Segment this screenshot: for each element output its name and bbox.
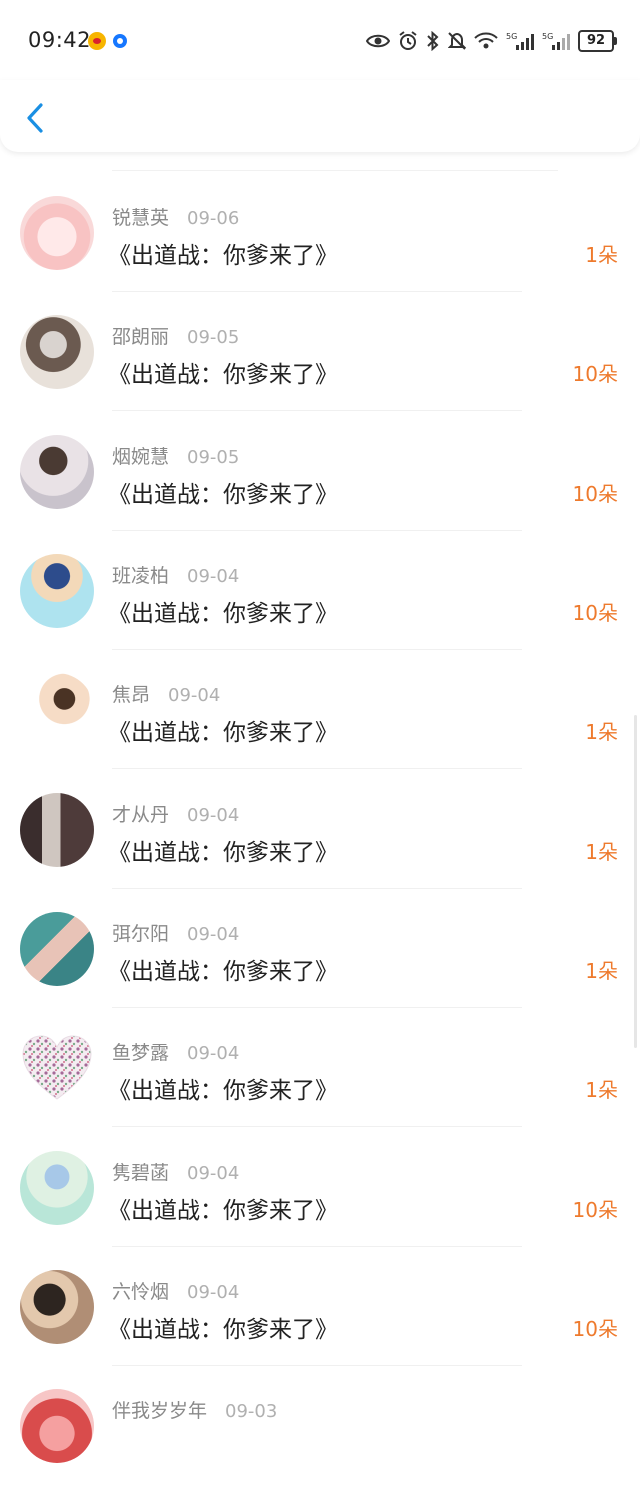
- avatar[interactable]: [20, 912, 94, 986]
- avatar[interactable]: [20, 435, 94, 509]
- user-name-text: 锐慧英: [112, 207, 170, 229]
- user-name: 伴我岁岁年 09-03: [112, 1396, 277, 1423]
- record-date: 09-05: [187, 327, 240, 348]
- list-item[interactable]: 烟婉慧 09-05 《出道战：你爹来了》 10朵: [0, 412, 640, 531]
- user-name-text: 鱼梦露: [112, 1042, 170, 1064]
- avatar[interactable]: [20, 315, 94, 389]
- record-date: 09-04: [187, 1043, 240, 1064]
- work-title: 《出道战：你爹来了》: [108, 243, 338, 269]
- back-button[interactable]: [18, 98, 54, 138]
- user-name: 焦昂 09-04: [112, 680, 220, 707]
- record-date: 09-05: [187, 447, 240, 468]
- svg-text:5G: 5G: [506, 32, 517, 41]
- work-title: 《出道战：你爹来了》: [108, 1317, 338, 1343]
- avatar[interactable]: [20, 196, 94, 270]
- user-name-text: 才从丹: [112, 804, 170, 826]
- work-title: 《出道战：你爹来了》: [108, 840, 338, 866]
- user-name: 弭尔阳 09-04: [112, 919, 239, 946]
- user-name-text: 邵朗丽: [112, 326, 170, 348]
- record-date: 09-04: [168, 685, 221, 706]
- avatar[interactable]: [20, 554, 94, 628]
- record-date: 09-04: [187, 924, 240, 945]
- work-title: 《出道战：你爹来了》: [108, 362, 338, 388]
- gift-count: 1朵: [585, 243, 618, 267]
- work-title: 《出道战：你爹来了》: [108, 720, 338, 746]
- record-date: 09-03: [225, 1401, 278, 1422]
- divider: [112, 1126, 522, 1127]
- record-date: 09-04: [187, 566, 240, 587]
- battery-indicator: 92: [578, 30, 617, 52]
- user-name: 鱼梦露 09-04: [112, 1038, 239, 1065]
- list-item[interactable]: 班凌柏 09-04 《出道战：你爹来了》 10朵: [0, 531, 640, 650]
- user-name: 锐慧英 09-06: [112, 203, 239, 230]
- list-item[interactable]: 弭尔阳 09-04 《出道战：你爹来了》 1朵: [0, 889, 640, 1008]
- app-header: [0, 80, 640, 152]
- user-name-text: 伴我岁岁年: [112, 1400, 208, 1422]
- work-title: 《出道战：你爹来了》: [108, 1078, 338, 1104]
- status-bar: 09:42 5G 5G 92: [0, 0, 640, 80]
- divider: [112, 768, 522, 769]
- user-name: 隽碧菡 09-04: [112, 1158, 239, 1185]
- user-name: 才从丹 09-04: [112, 800, 239, 827]
- signal-5g-icon: 5G: [542, 31, 570, 51]
- gift-count: 10朵: [572, 362, 618, 386]
- chevron-left-icon: [27, 103, 43, 133]
- user-name-text: 焦昂: [112, 684, 151, 706]
- status-time: 09:42: [28, 28, 92, 52]
- avatar[interactable]: [20, 1389, 94, 1463]
- list-item[interactable]: 隽碧菡 09-04 《出道战：你爹来了》 10朵: [0, 1128, 640, 1247]
- user-name-text: 隽碧菡: [112, 1162, 170, 1184]
- status-icons: 5G 5G 92: [366, 28, 617, 54]
- signal-5g-icon: 5G: [506, 31, 534, 51]
- avatar[interactable]: [20, 1031, 94, 1105]
- list-item[interactable]: 伴我岁岁年 09-03: [0, 1366, 640, 1485]
- gift-count: 10朵: [572, 482, 618, 506]
- gift-count: 10朵: [572, 1198, 618, 1222]
- app-notification-icon: [113, 34, 127, 48]
- divider: [112, 170, 558, 171]
- mute-icon: [448, 31, 466, 51]
- user-name: 烟婉慧 09-05: [112, 442, 239, 469]
- user-name: 班凌柏 09-04: [112, 561, 239, 588]
- user-name-text: 六怜烟: [112, 1281, 170, 1303]
- record-date: 09-04: [187, 1163, 240, 1184]
- avatar[interactable]: [20, 673, 94, 747]
- gift-count: 1朵: [585, 959, 618, 983]
- list-item[interactable]: 才从丹 09-04 《出道战：你爹来了》 1朵: [0, 770, 640, 889]
- user-name: 六怜烟 09-04: [112, 1277, 239, 1304]
- alarm-icon: [398, 31, 418, 51]
- record-date: 09-04: [187, 1282, 240, 1303]
- list-item[interactable]: 六怜烟 09-04 《出道战：你爹来了》 10朵: [0, 1247, 640, 1366]
- record-date: 09-04: [187, 805, 240, 826]
- work-title: 《出道战：你爹来了》: [108, 601, 338, 627]
- user-name: 邵朗丽 09-05: [112, 322, 239, 349]
- heart-avatar-icon: [22, 1035, 92, 1100]
- user-name-text: 班凌柏: [112, 565, 170, 587]
- eye-icon: [366, 32, 390, 50]
- list-item[interactable]: 焦昂 09-04 《出道战：你爹来了》 1朵: [0, 650, 640, 769]
- avatar[interactable]: [20, 793, 94, 867]
- list-item[interactable]: 邵朗丽 09-05 《出道战：你爹来了》 10朵: [0, 292, 640, 411]
- record-date: 09-06: [187, 208, 240, 229]
- wifi-icon: [474, 32, 498, 50]
- avatar[interactable]: [20, 1270, 94, 1344]
- gift-count: 10朵: [572, 1317, 618, 1341]
- user-name-text: 烟婉慧: [112, 446, 170, 468]
- scrollbar[interactable]: [634, 715, 637, 1048]
- svg-text:5G: 5G: [542, 32, 553, 41]
- list-item[interactable]: 锐慧英 09-06 《出道战：你爹来了》 1朵: [0, 173, 640, 292]
- gift-count: 1朵: [585, 720, 618, 744]
- user-name-text: 弭尔阳: [112, 923, 170, 945]
- avatar[interactable]: [20, 1151, 94, 1225]
- weibo-icon: [88, 32, 106, 50]
- work-title: 《出道战：你爹来了》: [108, 482, 338, 508]
- work-title: 《出道战：你爹来了》: [108, 959, 338, 985]
- bluetooth-icon: [426, 31, 440, 51]
- gift-count: 1朵: [585, 840, 618, 864]
- list-item[interactable]: 鱼梦露 09-04 《出道战：你爹来了》 1朵: [0, 1008, 640, 1127]
- gift-count: 10朵: [572, 601, 618, 625]
- work-title: 《出道战：你爹来了》: [108, 1198, 338, 1224]
- divider: [112, 410, 522, 411]
- gift-count: 1朵: [585, 1078, 618, 1102]
